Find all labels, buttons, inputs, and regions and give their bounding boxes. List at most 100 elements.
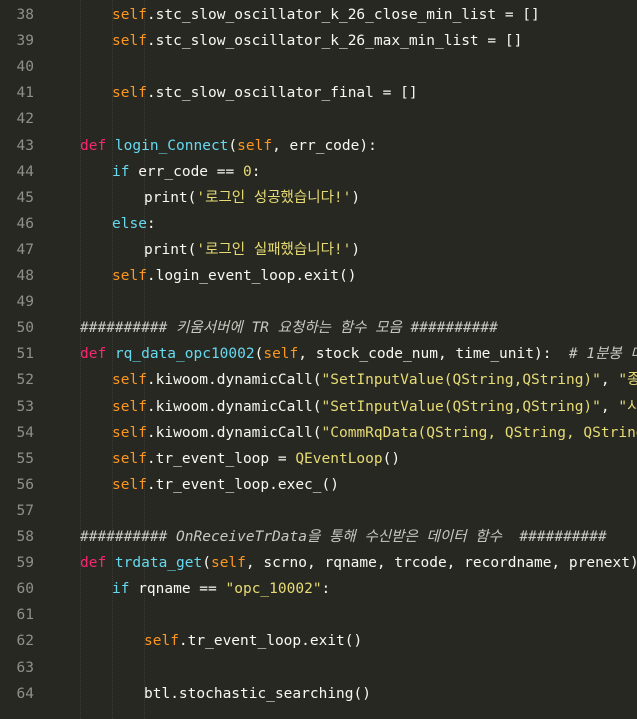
code-line[interactable]: 40 bbox=[0, 54, 637, 80]
code-token: ########## OnReceiveTrData을 통해 수신받은 데이터 … bbox=[80, 529, 607, 545]
line-number: 40 bbox=[16, 59, 34, 76]
code-token: .kiwoom.dynamicCall( bbox=[146, 424, 322, 441]
code-line[interactable]: 42 bbox=[0, 106, 637, 132]
line-number: 42 bbox=[16, 111, 34, 128]
code-line[interactable]: 55 self.tr_event_loop = QEventLoop() bbox=[0, 446, 637, 472]
code-line[interactable]: 53 self.kiwoom.dynamicCall("SetInputValue… bbox=[0, 394, 637, 420]
code-line[interactable]: 50 ########## 키움서버에 TR 요청하는 함수 모음 #######… bbox=[0, 315, 637, 341]
code-line[interactable]: 52 self.kiwoom.dynamicCall("SetInputValue… bbox=[0, 367, 637, 393]
code-token: self bbox=[112, 424, 147, 441]
code-line[interactable]: 59 def trdata_get(self, scrno, rqname, tr… bbox=[0, 550, 637, 576]
line-number: 54 bbox=[16, 424, 34, 441]
code-token: err_code == bbox=[138, 163, 243, 180]
line-code: def trdata_get(self, scrno, rqname, trco… bbox=[80, 550, 637, 576]
code-token: rq_data_opc10002 bbox=[114, 346, 255, 363]
line-code: self.kiwoom.dynamicCall("SetInputValue(Q… bbox=[112, 394, 637, 420]
line-number: 63 bbox=[16, 659, 34, 676]
line-code: self.login_event_loop.exit() bbox=[112, 263, 356, 289]
code-token: def bbox=[80, 555, 115, 572]
line-number: 56 bbox=[16, 476, 34, 493]
line-code: if rqname == "opc_10002": bbox=[112, 576, 330, 602]
code-line[interactable]: 63 bbox=[0, 655, 637, 681]
code-token: print( bbox=[144, 241, 197, 258]
code-line[interactable]: 45 print('로그인 성공했습니다!') bbox=[0, 185, 637, 211]
code-token: '로그인 실패했습니다!' bbox=[196, 241, 352, 258]
code-line[interactable]: 54 self.kiwoom.dynamicCall("CommRqData(QS… bbox=[0, 420, 637, 446]
line-code: self.tr_event_loop.exec_() bbox=[112, 472, 339, 498]
code-token: () bbox=[382, 450, 401, 467]
code-line[interactable]: 60 if rqname == "opc_10002": bbox=[0, 576, 637, 602]
code-line[interactable]: 57 bbox=[0, 498, 637, 524]
line-code: print('로그인 실패했습니다!') bbox=[144, 237, 360, 263]
code-token: self bbox=[112, 450, 147, 467]
code-token: self bbox=[112, 476, 147, 493]
code-line[interactable]: 38 self.stc_slow_oscillator_k_26_close_mi… bbox=[0, 2, 637, 28]
line-code: self.kiwoom.dynamicCall("CommRqData(QStr… bbox=[112, 420, 637, 446]
code-token: if bbox=[112, 163, 139, 180]
code-line[interactable]: 64 btl.stochastic_searching() bbox=[0, 681, 637, 707]
line-code: def rq_data_opc10002(self, stock_code_nu… bbox=[80, 341, 637, 367]
line-number: 58 bbox=[16, 529, 34, 545]
code-line[interactable]: 43 def login_Connect(self, err_code): bbox=[0, 133, 637, 159]
code-token: '로그인 성공했습니다!' bbox=[196, 189, 352, 206]
code-token: self bbox=[144, 633, 179, 650]
code-token: ########## 키움서버에 TR 요청하는 함수 모음 #########… bbox=[80, 320, 498, 337]
line-number: 55 bbox=[16, 450, 34, 467]
code-token: if bbox=[112, 581, 139, 598]
code-line[interactable]: 62 self.tr_event_loop.exit() bbox=[0, 628, 637, 654]
code-token: .tr_event_loop.exec_() bbox=[146, 476, 339, 493]
line-number: 64 bbox=[16, 685, 34, 702]
line-number: 61 bbox=[16, 607, 34, 624]
code-token: , bbox=[600, 398, 619, 415]
code-line[interactable]: 49 bbox=[0, 289, 637, 315]
code-token: "CommRqData(QString, QString, QString, Q… bbox=[321, 424, 637, 441]
code-token: self bbox=[112, 398, 147, 415]
line-number: 38 bbox=[16, 7, 34, 23]
code-line[interactable]: 61 bbox=[0, 602, 637, 628]
code-token: .login_event_loop.exit() bbox=[146, 268, 357, 284]
code-token: .kiwoom.dynamicCall( bbox=[146, 372, 322, 389]
code-token: btl.stochastic_searching() bbox=[144, 685, 371, 702]
line-code: self.stc_slow_oscillator_k_26_max_min_li… bbox=[112, 28, 522, 54]
code-token: self bbox=[210, 555, 246, 572]
code-line[interactable]: 41 self.stc_slow_oscillator_final = [] bbox=[0, 80, 637, 106]
code-token: self bbox=[112, 268, 147, 284]
code-token: ( bbox=[228, 137, 238, 154]
code-token: ( bbox=[202, 555, 211, 572]
code-line[interactable]: 46 else: bbox=[0, 211, 637, 237]
code-token: # 1분봉 데이터 bbox=[568, 346, 637, 363]
line-code: btl.stochastic_searching() bbox=[144, 681, 371, 707]
code-token: , bbox=[600, 372, 619, 389]
code-line[interactable]: 47 print('로그인 실패했습니다!') bbox=[0, 237, 637, 263]
code-line[interactable]: 56 self.tr_event_loop.exec_() bbox=[0, 472, 637, 498]
code-token: , scrno, rqname, trcode, recordname, pre… bbox=[245, 555, 637, 572]
line-code: print('로그인 성공했습니다!') bbox=[144, 185, 360, 211]
line-code: self.kiwoom.dynamicCall("SetInputValue(Q… bbox=[112, 367, 637, 393]
code-token: trdata_get bbox=[114, 555, 203, 572]
line-code: self.stc_slow_oscillator_final = [] bbox=[112, 80, 418, 106]
line-number: 43 bbox=[16, 137, 34, 154]
line-code: def login_Connect(self, err_code): bbox=[80, 133, 377, 159]
code-token: else bbox=[112, 215, 147, 232]
code-line[interactable]: 48 self.login_event_loop.exit() bbox=[0, 263, 637, 289]
code-line[interactable]: 58 ########## OnReceiveTrData을 통해 수신받은 데이… bbox=[0, 524, 637, 550]
code-token: def bbox=[80, 137, 115, 154]
code-line[interactable]: 44 if err_code == 0: bbox=[0, 159, 637, 185]
code-line[interactable]: 39 self.stc_slow_oscillator_k_26_max_min_… bbox=[0, 28, 637, 54]
line-number: 57 bbox=[16, 502, 34, 519]
code-token: login_Connect bbox=[114, 137, 229, 154]
line-number: 49 bbox=[16, 294, 34, 311]
code-token: ) bbox=[351, 189, 361, 206]
code-line[interactable]: 51 def rq_data_opc10002(self, stock_code_… bbox=[0, 341, 637, 367]
code-token: : bbox=[146, 215, 156, 232]
code-editor[interactable]: 38 self.stc_slow_oscillator_k_26_close_mi… bbox=[0, 0, 637, 719]
line-code: else: bbox=[112, 211, 156, 237]
code-token: self bbox=[112, 85, 147, 102]
line-number: 62 bbox=[16, 633, 34, 650]
code-token: : bbox=[321, 581, 331, 598]
line-number: 48 bbox=[16, 268, 34, 284]
code-token: self bbox=[263, 346, 299, 363]
code-token: rqname == bbox=[138, 581, 226, 598]
code-token: "시간단위" bbox=[618, 398, 637, 415]
code-token: "SetInputValue(QString,QString)" bbox=[321, 398, 601, 415]
